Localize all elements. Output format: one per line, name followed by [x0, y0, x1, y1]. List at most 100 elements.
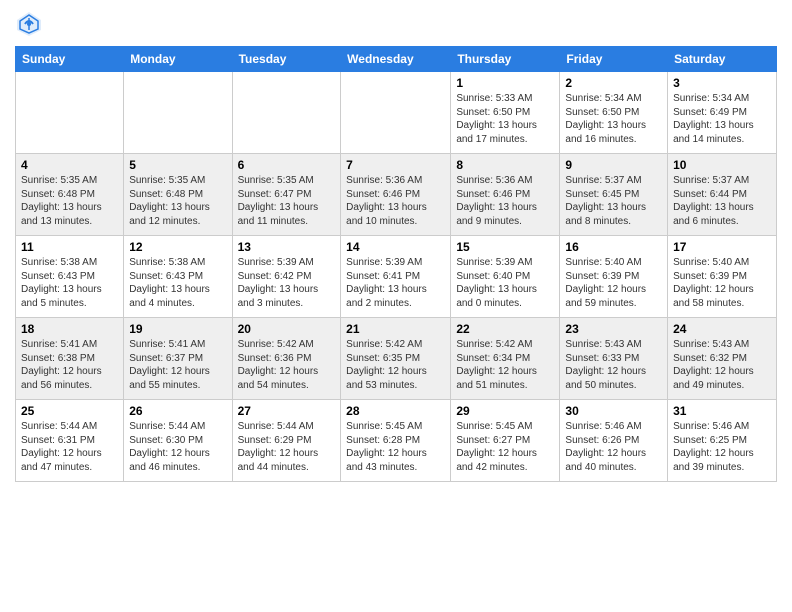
calendar-cell: 25 Sunrise: 5:44 AM Sunset: 6:31 PM Dayli… — [16, 400, 124, 482]
day-number: 22 — [456, 322, 554, 336]
day-info: Sunrise: 5:40 AM Sunset: 6:39 PM Dayligh… — [673, 256, 771, 310]
calendar-cell: 7 Sunrise: 5:36 AM Sunset: 6:46 PM Daylig… — [341, 154, 451, 236]
day-info: Sunrise: 5:37 AM Sunset: 6:45 PM Dayligh… — [565, 174, 662, 228]
calendar-cell: 9 Sunrise: 5:37 AM Sunset: 6:45 PM Daylig… — [560, 154, 668, 236]
day-info: Sunrise: 5:45 AM Sunset: 6:27 PM Dayligh… — [456, 420, 554, 474]
calendar-page: SundayMondayTuesdayWednesdayThursdayFrid… — [0, 0, 792, 612]
calendar-week-row: 11 Sunrise: 5:38 AM Sunset: 6:43 PM Dayli… — [16, 236, 777, 318]
day-number: 21 — [346, 322, 445, 336]
logo-icon — [15, 10, 43, 38]
calendar-cell: 24 Sunrise: 5:43 AM Sunset: 6:32 PM Dayli… — [668, 318, 777, 400]
calendar-cell: 31 Sunrise: 5:46 AM Sunset: 6:25 PM Dayli… — [668, 400, 777, 482]
calendar-cell: 2Sunrise: 5:34 AM Sunset: 6:50 PM Daylig… — [560, 72, 668, 154]
day-info: Sunrise: 5:40 AM Sunset: 6:39 PM Dayligh… — [565, 256, 662, 310]
day-number: 13 — [238, 240, 336, 254]
day-info: Sunrise: 5:43 AM Sunset: 6:32 PM Dayligh… — [673, 338, 771, 392]
col-header-thursday: Thursday — [451, 47, 560, 72]
calendar-cell — [232, 72, 341, 154]
day-number: 7 — [346, 158, 445, 172]
calendar-header-row: SundayMondayTuesdayWednesdayThursdayFrid… — [16, 47, 777, 72]
calendar-cell: 27 Sunrise: 5:44 AM Sunset: 6:29 PM Dayli… — [232, 400, 341, 482]
day-number: 26 — [129, 404, 226, 418]
calendar-cell: 17 Sunrise: 5:40 AM Sunset: 6:39 PM Dayli… — [668, 236, 777, 318]
day-number: 30 — [565, 404, 662, 418]
calendar-cell: 28 Sunrise: 5:45 AM Sunset: 6:28 PM Dayli… — [341, 400, 451, 482]
calendar-cell: 22Sunrise: 5:42 AM Sunset: 6:34 PM Dayli… — [451, 318, 560, 400]
calendar-cell: 29Sunrise: 5:45 AM Sunset: 6:27 PM Dayli… — [451, 400, 560, 482]
calendar-cell — [16, 72, 124, 154]
day-number: 4 — [21, 158, 118, 172]
day-info: Sunrise: 5:33 AM Sunset: 6:50 PM Dayligh… — [456, 92, 554, 146]
day-info: Sunrise: 5:39 AM Sunset: 6:42 PM Dayligh… — [238, 256, 336, 310]
day-info: Sunrise: 5:39 AM Sunset: 6:40 PM Dayligh… — [456, 256, 554, 310]
day-number: 14 — [346, 240, 445, 254]
calendar-cell: 3 Sunrise: 5:34 AM Sunset: 6:49 PM Daylig… — [668, 72, 777, 154]
calendar-cell: 4Sunrise: 5:35 AM Sunset: 6:48 PM Daylig… — [16, 154, 124, 236]
day-number: 6 — [238, 158, 336, 172]
col-header-tuesday: Tuesday — [232, 47, 341, 72]
calendar-cell: 16Sunrise: 5:40 AM Sunset: 6:39 PM Dayli… — [560, 236, 668, 318]
header — [15, 10, 777, 38]
day-number: 12 — [129, 240, 226, 254]
calendar-cell: 19 Sunrise: 5:41 AM Sunset: 6:37 PM Dayli… — [124, 318, 232, 400]
calendar-cell: 5Sunrise: 5:35 AM Sunset: 6:48 PM Daylig… — [124, 154, 232, 236]
calendar-cell: 21 Sunrise: 5:42 AM Sunset: 6:35 PM Dayli… — [341, 318, 451, 400]
day-info: Sunrise: 5:42 AM Sunset: 6:35 PM Dayligh… — [346, 338, 445, 392]
day-info: Sunrise: 5:41 AM Sunset: 6:37 PM Dayligh… — [129, 338, 226, 392]
day-number: 25 — [21, 404, 118, 418]
calendar-cell: 18Sunrise: 5:41 AM Sunset: 6:38 PM Dayli… — [16, 318, 124, 400]
day-number: 23 — [565, 322, 662, 336]
day-info: Sunrise: 5:35 AM Sunset: 6:47 PM Dayligh… — [238, 174, 336, 228]
day-number: 27 — [238, 404, 336, 418]
day-info: Sunrise: 5:46 AM Sunset: 6:26 PM Dayligh… — [565, 420, 662, 474]
day-number: 19 — [129, 322, 226, 336]
col-header-sunday: Sunday — [16, 47, 124, 72]
calendar-cell — [341, 72, 451, 154]
day-number: 17 — [673, 240, 771, 254]
calendar-week-row: 1Sunrise: 5:33 AM Sunset: 6:50 PM Daylig… — [16, 72, 777, 154]
day-info: Sunrise: 5:38 AM Sunset: 6:43 PM Dayligh… — [129, 256, 226, 310]
calendar-cell: 20 Sunrise: 5:42 AM Sunset: 6:36 PM Dayli… — [232, 318, 341, 400]
calendar-cell — [124, 72, 232, 154]
logo — [15, 10, 47, 38]
calendar-cell: 14 Sunrise: 5:39 AM Sunset: 6:41 PM Dayli… — [341, 236, 451, 318]
col-header-monday: Monday — [124, 47, 232, 72]
calendar-week-row: 4Sunrise: 5:35 AM Sunset: 6:48 PM Daylig… — [16, 154, 777, 236]
calendar-cell: 26 Sunrise: 5:44 AM Sunset: 6:30 PM Dayli… — [124, 400, 232, 482]
calendar-cell: 10 Sunrise: 5:37 AM Sunset: 6:44 PM Dayli… — [668, 154, 777, 236]
day-number: 24 — [673, 322, 771, 336]
calendar-table: SundayMondayTuesdayWednesdayThursdayFrid… — [15, 46, 777, 482]
day-info: Sunrise: 5:45 AM Sunset: 6:28 PM Dayligh… — [346, 420, 445, 474]
day-info: Sunrise: 5:44 AM Sunset: 6:31 PM Dayligh… — [21, 420, 118, 474]
calendar-week-row: 18Sunrise: 5:41 AM Sunset: 6:38 PM Dayli… — [16, 318, 777, 400]
col-header-wednesday: Wednesday — [341, 47, 451, 72]
day-number: 20 — [238, 322, 336, 336]
day-number: 31 — [673, 404, 771, 418]
day-number: 28 — [346, 404, 445, 418]
day-info: Sunrise: 5:38 AM Sunset: 6:43 PM Dayligh… — [21, 256, 118, 310]
day-info: Sunrise: 5:43 AM Sunset: 6:33 PM Dayligh… — [565, 338, 662, 392]
day-number: 3 — [673, 76, 771, 90]
calendar-cell: 6 Sunrise: 5:35 AM Sunset: 6:47 PM Daylig… — [232, 154, 341, 236]
calendar-cell: 12 Sunrise: 5:38 AM Sunset: 6:43 PM Dayli… — [124, 236, 232, 318]
day-info: Sunrise: 5:46 AM Sunset: 6:25 PM Dayligh… — [673, 420, 771, 474]
day-info: Sunrise: 5:34 AM Sunset: 6:49 PM Dayligh… — [673, 92, 771, 146]
day-number: 9 — [565, 158, 662, 172]
day-number: 15 — [456, 240, 554, 254]
day-info: Sunrise: 5:44 AM Sunset: 6:30 PM Dayligh… — [129, 420, 226, 474]
day-info: Sunrise: 5:42 AM Sunset: 6:36 PM Dayligh… — [238, 338, 336, 392]
day-info: Sunrise: 5:37 AM Sunset: 6:44 PM Dayligh… — [673, 174, 771, 228]
calendar-cell: 15 Sunrise: 5:39 AM Sunset: 6:40 PM Dayli… — [451, 236, 560, 318]
day-info: Sunrise: 5:36 AM Sunset: 6:46 PM Dayligh… — [346, 174, 445, 228]
day-number: 8 — [456, 158, 554, 172]
day-number: 11 — [21, 240, 118, 254]
day-info: Sunrise: 5:39 AM Sunset: 6:41 PM Dayligh… — [346, 256, 445, 310]
day-info: Sunrise: 5:36 AM Sunset: 6:46 PM Dayligh… — [456, 174, 554, 228]
calendar-cell: 11 Sunrise: 5:38 AM Sunset: 6:43 PM Dayli… — [16, 236, 124, 318]
day-info: Sunrise: 5:34 AM Sunset: 6:50 PM Dayligh… — [565, 92, 662, 146]
calendar-cell: 13 Sunrise: 5:39 AM Sunset: 6:42 PM Dayli… — [232, 236, 341, 318]
day-number: 10 — [673, 158, 771, 172]
day-info: Sunrise: 5:44 AM Sunset: 6:29 PM Dayligh… — [238, 420, 336, 474]
calendar-cell: 8 Sunrise: 5:36 AM Sunset: 6:46 PM Daylig… — [451, 154, 560, 236]
day-info: Sunrise: 5:41 AM Sunset: 6:38 PM Dayligh… — [21, 338, 118, 392]
